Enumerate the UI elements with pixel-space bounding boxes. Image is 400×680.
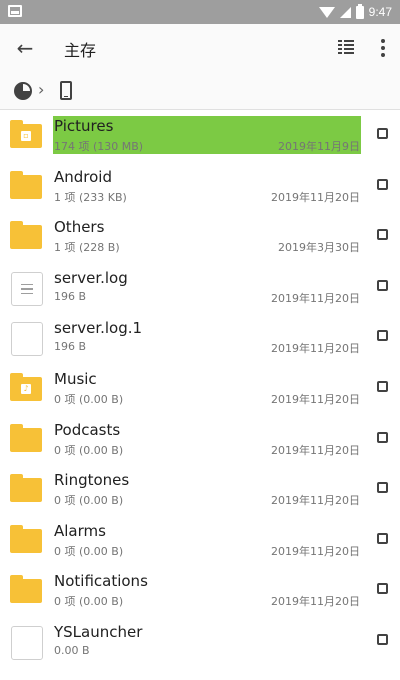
file-row[interactable]: Podcasts 0 项 (0.00 B) 2019年11月20日 (0, 414, 400, 465)
file-name: Others (54, 218, 105, 237)
more-vert-icon[interactable] (380, 39, 386, 57)
select-checkbox[interactable] (377, 431, 388, 443)
select-checkbox[interactable] (377, 583, 388, 595)
file-row[interactable]: server.log.1 196 B 2019年11月20日 (0, 312, 400, 363)
battery-icon (355, 3, 364, 19)
file-row[interactable]: Alarms 0 项 (0.00 B) 2019年11月20日 (0, 515, 400, 566)
file-date: 2019年11月20日 (271, 342, 360, 356)
file-name: Notifications (54, 572, 148, 591)
file-icon (10, 625, 44, 660)
file-meta: 196 B (54, 340, 87, 354)
file-name: server.log (54, 268, 128, 287)
select-checkbox[interactable] (377, 229, 388, 241)
file-row[interactable]: YSLauncher 0.00 B (0, 616, 400, 667)
file-name: server.log.1 (54, 319, 143, 338)
folder-icon: ▫ (10, 120, 44, 152)
file-name: Ringtones (54, 471, 130, 490)
file-name: Pictures (54, 117, 114, 135)
folder-icon (10, 170, 44, 203)
file-meta: 0 项 (0.00 B) (54, 443, 124, 457)
file-meta: 0.00 B (54, 643, 90, 657)
select-checkbox[interactable] (377, 330, 388, 342)
text-file-icon (10, 271, 44, 306)
phone-icon[interactable] (60, 81, 72, 100)
file-meta: 0 项 (0.00 B) (54, 595, 124, 609)
file-date: 2019年11月20日 (271, 392, 360, 406)
folder-icon (10, 524, 44, 557)
select-checkbox[interactable] (377, 178, 388, 190)
status-time: 9:47 (368, 5, 392, 19)
notification-icon (8, 5, 22, 17)
file-date: 2019年11月20日 (271, 595, 360, 609)
file-row[interactable]: ♪ Music 0 项 (0.00 B) 2019年11月20日 (0, 363, 400, 414)
file-date: 2019年3月30日 (278, 241, 360, 255)
file-name: Android (54, 167, 112, 186)
page-title: 主存 (64, 41, 97, 60)
file-row[interactable]: ▫ Pictures 174 项 (130 MB) 2019年11月9日 (0, 110, 400, 161)
signal-icon (339, 6, 351, 18)
file-meta: 174 项 (130 MB) (54, 140, 144, 153)
file-name: Podcasts (54, 420, 121, 439)
file-date: 2019年11月20日 (271, 544, 360, 558)
file-row[interactable]: server.log 196 B 2019年11月20日 (0, 262, 400, 313)
file-meta: 0 项 (0.00 B) (54, 392, 124, 406)
select-checkbox[interactable] (377, 279, 388, 291)
select-checkbox[interactable] (377, 532, 388, 544)
select-checkbox[interactable] (377, 380, 388, 392)
file-date: 2019年11月20日 (271, 190, 360, 204)
file-date: 2019年11月20日 (271, 443, 360, 457)
folder-icon (10, 423, 44, 456)
folder-icon (10, 575, 44, 607)
folder-icon (10, 221, 44, 253)
file-date: 2019年11月20日 (271, 494, 360, 508)
file-meta: 1 项 (233 KB) (54, 190, 127, 204)
file-name: Alarms (54, 521, 106, 540)
folder-icon (10, 474, 44, 506)
file-row[interactable]: Notifications 0 项 (0.00 B) 2019年11月20日 (0, 565, 400, 616)
file-row[interactable]: Ringtones 0 项 (0.00 B) 2019年11月20日 (0, 464, 400, 515)
file-name: YSLauncher (54, 622, 143, 641)
back-arrow-icon[interactable]: ← (12, 35, 38, 61)
file-icon (10, 322, 44, 357)
file-meta: 1 项 (228 B) (54, 241, 120, 255)
status-icons: 9:47 (318, 3, 392, 21)
select-checkbox[interactable] (377, 128, 388, 139)
toolbar: ← 主存 (0, 24, 400, 72)
folder-icon: ♪ (10, 372, 44, 405)
file-name: Music (54, 369, 97, 388)
file-row[interactable]: Android 1 项 (233 KB) 2019年11月20日 (0, 161, 400, 212)
breadcrumb: › (0, 72, 400, 110)
file-meta: 196 B (54, 289, 87, 303)
select-checkbox[interactable] (377, 482, 388, 494)
file-date: 2019年11月9日 (278, 140, 360, 153)
wifi-icon (318, 6, 335, 18)
chevron-right-icon: › (38, 80, 45, 99)
list-view-icon[interactable] (338, 40, 354, 56)
file-meta: 0 项 (0.00 B) (54, 544, 124, 558)
select-checkbox[interactable] (377, 633, 388, 645)
storage-pie-icon[interactable] (14, 82, 32, 100)
file-meta: 0 项 (0.00 B) (54, 494, 124, 508)
file-list: ▫ Pictures 174 项 (130 MB) 2019年11月9日 Android… (0, 110, 400, 667)
file-row[interactable]: Others 1 项 (228 B) 2019年3月30日 (0, 211, 400, 262)
status-bar: 9:47 (0, 0, 400, 24)
file-date: 2019年11月20日 (271, 291, 360, 305)
